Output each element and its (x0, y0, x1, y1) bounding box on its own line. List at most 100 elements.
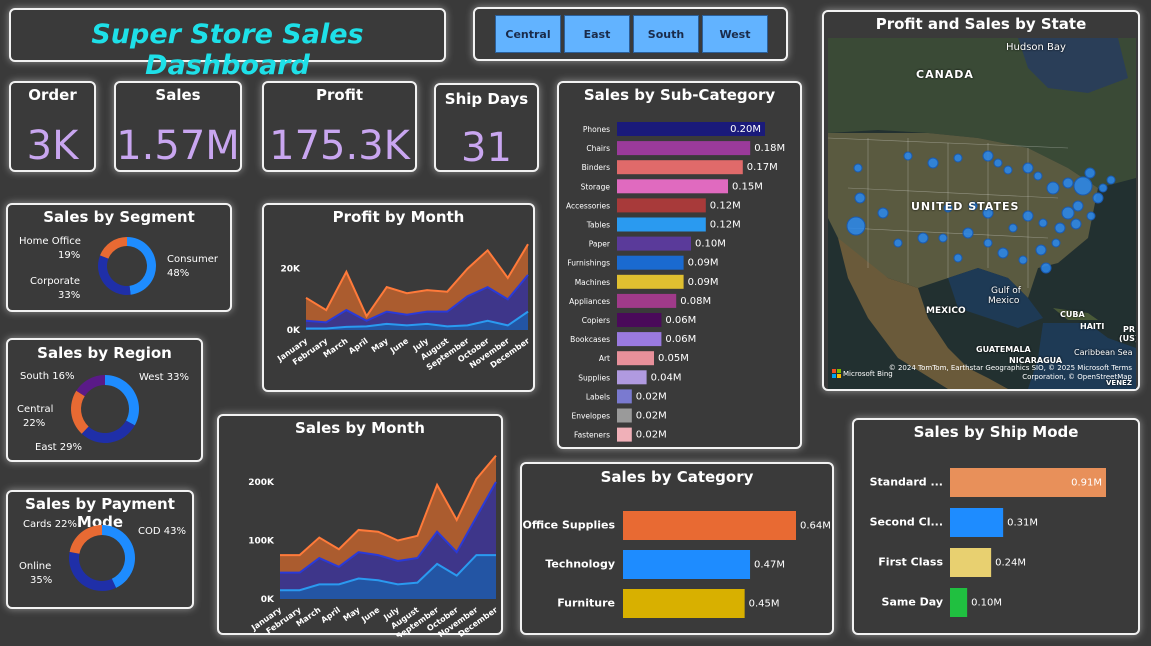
subcategory-chart-card[interactable]: Sales by Sub-Category Phones 0.20M Chairs 0… (557, 81, 802, 449)
segment-slice-consumer[interactable] (127, 237, 156, 295)
bar-labels[interactable] (617, 389, 632, 404)
state-bubble[interactable] (853, 163, 863, 173)
bar-fasteners[interactable] (617, 427, 632, 442)
shipmode-chart-card[interactable]: Sales by Ship Mode Standard ... 0.91M Seco… (852, 418, 1140, 635)
bar-bookcases[interactable] (617, 332, 662, 347)
bar-category-label: Standard ... (870, 476, 943, 489)
state-bubble[interactable] (997, 247, 1009, 259)
bar-binders[interactable] (617, 160, 743, 175)
bar-chairs[interactable] (617, 141, 751, 156)
bar-second-cl-[interactable] (950, 508, 1004, 537)
state-bubble[interactable] (1062, 177, 1074, 189)
state-bubble[interactable] (1054, 222, 1066, 234)
state-bubble[interactable] (917, 232, 929, 244)
bar-accessories[interactable] (617, 198, 706, 213)
bar-tables[interactable] (617, 217, 706, 232)
slicer-south-button[interactable]: South (633, 15, 699, 53)
bar-category-label: Chairs (586, 144, 610, 153)
bar-value-label: 0.15M (732, 181, 763, 192)
bar-furniture[interactable] (623, 589, 745, 618)
bar-paper[interactable] (617, 236, 691, 251)
bar-machines[interactable] (617, 274, 684, 289)
bar-art[interactable] (617, 351, 654, 366)
state-bubble[interactable] (893, 238, 903, 248)
slicer-east-button[interactable]: East (564, 15, 630, 53)
map-attribution-line2: Corporation, © OpenStreetMap (1022, 373, 1132, 381)
profit-month-area-chart[interactable]: 20K0KJanuaryFebruaryMarchApril MayJune Jul… (264, 205, 537, 394)
state-bubble[interactable] (1018, 255, 1028, 265)
state-bubble[interactable] (1070, 218, 1082, 230)
state-bubble[interactable] (846, 216, 866, 236)
bar-supplies[interactable] (617, 370, 647, 385)
state-bubble[interactable] (938, 233, 948, 243)
state-bubble[interactable] (877, 207, 889, 219)
state-bubble[interactable] (1003, 165, 1013, 175)
state-bubble[interactable] (1051, 238, 1061, 248)
bar-first-class[interactable] (950, 548, 992, 577)
bar-category-label: Phones (583, 125, 610, 134)
payment-donut[interactable] (8, 492, 196, 611)
state-bubble[interactable] (1046, 181, 1060, 195)
map-state-bubbles[interactable] (828, 38, 1136, 389)
region-slice-east[interactable] (81, 420, 135, 443)
bar-envelopes[interactable] (617, 408, 632, 423)
state-bubble[interactable] (953, 153, 963, 163)
bar-appliances[interactable] (617, 293, 677, 308)
state-bubble[interactable] (1033, 171, 1043, 181)
region-slice-west[interactable] (105, 375, 139, 426)
state-bubble[interactable] (1040, 262, 1052, 274)
state-bubble[interactable] (854, 192, 866, 204)
bar-technology[interactable] (623, 550, 751, 579)
state-bubble[interactable] (993, 158, 1003, 168)
payment-slice-cod[interactable] (102, 525, 135, 588)
category-bar-chart[interactable]: Office Supplies 0.64M Technology 0.47M Furni… (522, 464, 836, 637)
region-slice-central[interactable] (71, 390, 89, 434)
profit-month-card[interactable]: Profit by Month 20K 0K January February Marc… (262, 203, 535, 392)
state-bubble[interactable] (962, 227, 974, 239)
state-map[interactable]: Hudson Bay CANADA UNITED STATES Gulf of … (828, 38, 1136, 389)
state-bubble[interactable] (953, 253, 963, 263)
subcategory-bar-chart[interactable]: Phones 0.20M Chairs 0.18M Binders 0.17M Storag… (559, 83, 804, 451)
payment-slice-online[interactable] (69, 551, 117, 591)
segment-slice-home-office[interactable] (100, 237, 127, 259)
shipmode-bar-chart[interactable]: Standard ... 0.91M Second Cl... 0.31M First … (854, 420, 1142, 637)
state-bubble[interactable] (1098, 183, 1108, 193)
bar-value-label: 0.10M (695, 239, 726, 250)
segment-chart-card[interactable]: Sales by Segment Home Office 19% Corpora… (6, 203, 232, 312)
state-bubble[interactable] (983, 238, 993, 248)
bar-furnishings[interactable] (617, 255, 684, 270)
state-bubble[interactable] (1092, 192, 1104, 204)
region-slice-south[interactable] (76, 375, 105, 397)
state-bubble[interactable] (1061, 206, 1075, 220)
bar-same-day[interactable] (950, 588, 968, 617)
state-bubble[interactable] (1073, 176, 1093, 196)
state-bubble[interactable] (1072, 200, 1084, 212)
bar-category-label: Art (599, 354, 610, 363)
segment-slice-corporate[interactable] (98, 255, 131, 295)
state-bubble[interactable] (1035, 244, 1047, 256)
kpi-order-card: Order 3K (9, 81, 96, 172)
bar-storage[interactable] (617, 179, 728, 194)
bar-category-label: Furnishings (567, 259, 610, 268)
slicer-central-button[interactable]: Central (495, 15, 561, 53)
state-bubble[interactable] (1022, 210, 1034, 222)
state-bubble[interactable] (1008, 223, 1018, 233)
slicer-west-button[interactable]: West (702, 15, 768, 53)
state-bubble[interactable] (982, 150, 994, 162)
payment-chart-card[interactable]: Sales by Payment Mode Cards 22% COD 43% … (6, 490, 194, 609)
state-bubble[interactable] (1106, 175, 1116, 185)
category-chart-card[interactable]: Sales by Category Office Supplies 0.64M Te… (520, 462, 834, 635)
state-bubble[interactable] (1038, 218, 1048, 228)
state-bubble[interactable] (1084, 167, 1096, 179)
bar-value-label: 0.24M (995, 558, 1026, 569)
state-bubble[interactable] (903, 151, 913, 161)
state-map-card[interactable]: Profit and Sales by State Hudson Bay CAN… (822, 10, 1140, 391)
bar-office-supplies[interactable] (623, 511, 796, 540)
bar-copiers[interactable] (617, 313, 662, 327)
state-bubble[interactable] (1086, 211, 1096, 221)
state-bubble[interactable] (927, 157, 939, 169)
sales-month-area-chart[interactable]: 200K100K0KJanuaryFebruaryMarchApril MayJu… (219, 416, 505, 637)
region-chart-card[interactable]: Sales by Region South 16% West 33% Centr… (6, 338, 203, 462)
sales-month-card[interactable]: Sales by Month 200K 100K 0K January February… (217, 414, 505, 637)
state-bubble[interactable] (1022, 162, 1034, 174)
